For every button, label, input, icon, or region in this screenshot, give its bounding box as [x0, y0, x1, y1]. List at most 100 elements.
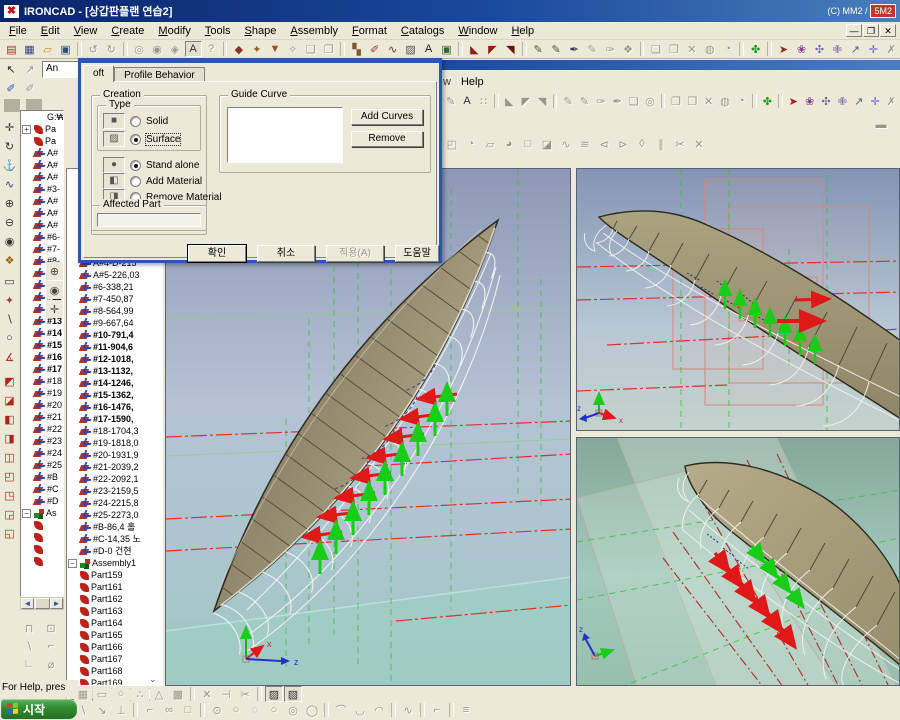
menu-view[interactable]: View	[67, 24, 105, 38]
tree-item-sketch[interactable]: #18	[21, 375, 63, 387]
camera-orbit-icon[interactable]: ◎	[131, 41, 148, 57]
cut-x-icon[interactable]: ✕	[198, 686, 216, 702]
perp-line-icon[interactable]: ⊥	[112, 702, 130, 718]
tree-item-sketch[interactable]: #22	[21, 423, 63, 435]
zoom-out-icon[interactable]: ⊖	[1, 213, 18, 231]
menu-file[interactable]: File	[2, 24, 34, 38]
surf-4-icon[interactable]: ✒	[610, 93, 625, 109]
attach-icon[interactable]: ✛	[867, 93, 882, 109]
tree-item-sketch[interactable]: #10-791,4	[67, 329, 162, 341]
curve-icon[interactable]: ∿	[557, 136, 575, 152]
shade-1-icon[interactable]: ▨	[265, 686, 283, 702]
menu-catalogs[interactable]: Catalogs	[394, 24, 451, 38]
tree-item-part[interactable]: Part166	[67, 641, 162, 653]
tree-item-sketch[interactable]: #15-1362,	[67, 389, 162, 401]
tree-item-sketch[interactable]: #23-2159,5	[67, 485, 162, 497]
cube-corner-2-icon[interactable]: ◳	[1, 486, 18, 504]
tree-item-sketch[interactable]: #12-1018,	[67, 353, 162, 365]
tree-item-assembly[interactable]: − Assembly1	[67, 557, 162, 569]
slab-icon[interactable]: □	[519, 136, 537, 152]
tree-item-part[interactable]	[21, 543, 63, 555]
loft-icon[interactable]: ◕	[500, 136, 518, 152]
tree-item-sketch[interactable]: #B-86,4 홀	[67, 521, 162, 533]
points-icon[interactable]: ∴	[131, 686, 149, 702]
sketch-pencil-icon[interactable]: ✎	[443, 93, 458, 109]
pen-curve-icon[interactable]: ∿	[384, 41, 401, 57]
camera-icon[interactable]: ◉	[1, 232, 18, 250]
tree-item-sketch[interactable]: #16	[21, 351, 63, 363]
scissors-icon[interactable]: ✂	[671, 136, 689, 152]
bool-2-icon[interactable]: ❒	[685, 93, 700, 109]
remove-button[interactable]: Remove	[351, 131, 423, 147]
cube-cut-icon[interactable]: ◪	[1, 391, 18, 409]
render-green-icon[interactable]: ✤	[760, 93, 775, 109]
menu-edit[interactable]: Edit	[34, 24, 67, 38]
cube-extrude-icon[interactable]: ◩	[1, 372, 18, 390]
tree-item-sketch[interactable]: #3-	[21, 183, 63, 195]
rect-2d-icon[interactable]: □	[179, 702, 197, 718]
iso-z-icon[interactable]: ✙	[835, 93, 850, 109]
undo-icon[interactable]: ↺	[85, 41, 102, 57]
tree-item-part[interactable]: + Pa	[21, 123, 63, 135]
cube-corner-1-icon[interactable]: ◰	[1, 467, 18, 485]
scene-browser-narrow[interactable]: G:₩0. + Pa Pa A# A# A# #3- A# A# A#	[20, 110, 64, 597]
ripple-icon[interactable]: ≋	[576, 136, 594, 152]
circle-2pt-icon[interactable]: ○	[227, 702, 245, 718]
zoom-selected-icon[interactable]: A	[185, 41, 202, 57]
select-icon[interactable]: ↖	[2, 61, 20, 77]
start-button[interactable]: 시작	[1, 699, 77, 719]
tree-item-sketch[interactable]: #24	[21, 447, 63, 459]
extract-wire-1-icon[interactable]: ◣	[466, 41, 483, 57]
wire-2-icon[interactable]: ◤	[518, 93, 533, 109]
pan-tool-icon[interactable]: ✛	[46, 300, 63, 318]
circle-center-icon[interactable]: ⊙	[208, 702, 226, 718]
camera-pan-icon[interactable]: ◉	[149, 41, 166, 57]
tree-item-part[interactable]	[21, 531, 63, 543]
tree-item-sketch[interactable]: #25	[21, 459, 63, 471]
bool-4-icon[interactable]: ◔	[734, 93, 749, 109]
shape-chisel-icon[interactable]: ✦	[248, 41, 265, 57]
circle-3pt-icon[interactable]: ◌	[246, 702, 264, 718]
tree-item-sketch[interactable]: #14-1246,	[67, 377, 162, 389]
tree-item-sketch[interactable]: A#5-226,03	[67, 269, 162, 281]
tree-item-sketch[interactable]: A#	[21, 207, 63, 219]
triball-2-icon[interactable]: ✣	[818, 93, 833, 109]
zoom-in-icon[interactable]: ⊕	[1, 194, 18, 212]
dimension-icon[interactable]: ∡	[1, 348, 18, 366]
detach-icon[interactable]: ✗	[883, 41, 900, 57]
edit-surface-4-icon[interactable]: ✎	[584, 41, 601, 57]
rectangle-icon[interactable]: ▭	[1, 272, 18, 290]
solid-radio[interactable]	[130, 116, 141, 127]
tree-item-sketch[interactable]: #15	[21, 339, 63, 351]
copy-catalog-icon[interactable]: ❏	[302, 41, 319, 57]
zoom-tool-icon[interactable]: ⊕	[46, 262, 63, 280]
tree-item-sketch[interactable]: A#	[21, 219, 63, 231]
tree-item-part[interactable]	[21, 519, 63, 531]
tree-item-sketch[interactable]: #D-0 건현	[67, 545, 162, 557]
surf-5-icon[interactable]: ❏	[626, 93, 641, 109]
hook-anchor-icon[interactable]: ➤	[775, 41, 792, 57]
camera-target-icon[interactable]: ◈	[167, 41, 184, 57]
tree-item-sketch[interactable]: #21	[21, 411, 63, 423]
blend-2-icon[interactable]: ◔	[719, 41, 736, 57]
surf-1-icon[interactable]: ✎	[560, 93, 575, 109]
context-help-icon[interactable]: ?	[203, 41, 220, 57]
tree-item-sketch[interactable]: #8-564,99	[67, 305, 162, 317]
tree-item-sketch[interactable]: A#	[21, 195, 63, 207]
surface-radio[interactable]	[130, 134, 141, 145]
tree-scroll-more-icon[interactable]: ⌄	[149, 674, 157, 685]
spline-icon[interactable]: ∿	[1, 175, 18, 193]
mdi-restore-button[interactable]: ❐	[863, 24, 879, 37]
tree-item-sketch[interactable]: #18-1704,3	[67, 425, 162, 437]
edit-surface-2-icon[interactable]: ✎	[548, 41, 565, 57]
menu-help[interactable]: Help	[461, 76, 484, 88]
bspline-icon[interactable]: ∿	[399, 702, 417, 718]
ellipse-2-icon[interactable]: ◯	[303, 702, 321, 718]
menu-shape[interactable]: Shape	[238, 24, 284, 38]
color-swatch-1[interactable]	[4, 99, 20, 112]
standalone-radio[interactable]	[130, 160, 141, 171]
edit-surface-1-icon[interactable]: ✎	[530, 41, 547, 57]
tree-item-sketch[interactable]: #21-2039,2	[67, 461, 162, 473]
image-frame-icon[interactable]: ▣	[438, 41, 455, 57]
cube-face-icon[interactable]: ◧	[1, 410, 18, 428]
